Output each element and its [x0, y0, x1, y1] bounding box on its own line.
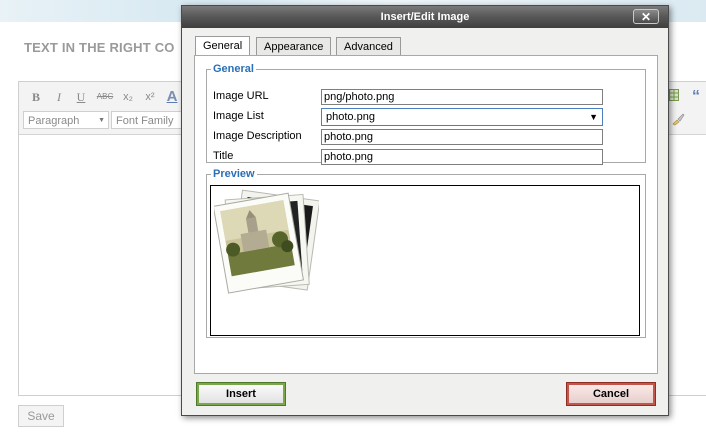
title-input[interactable]: [321, 149, 603, 165]
italic-button[interactable]: I: [50, 88, 68, 106]
font-color-button[interactable]: A: [163, 88, 181, 106]
image-url-input[interactable]: [321, 89, 603, 105]
save-button[interactable]: Save: [18, 405, 64, 427]
strikethrough-button[interactable]: ABC: [94, 88, 116, 106]
insert-image-dialog: Insert/Edit Image ✕ General Appearance A…: [181, 5, 669, 416]
tab-advanced[interactable]: Advanced: [336, 37, 401, 55]
tab-appearance[interactable]: Appearance: [256, 37, 332, 55]
title-label: Title: [213, 150, 234, 162]
table-icon[interactable]: [667, 88, 681, 106]
page-title: TEXT IN THE RIGHT CO: [24, 40, 175, 55]
subscript-button[interactable]: x₂: [119, 88, 137, 106]
preview-fieldset: Preview: [206, 168, 646, 338]
dialog-title: Insert/Edit Image: [380, 11, 470, 23]
dialog-titlebar[interactable]: Insert/Edit Image: [182, 6, 668, 28]
tab-general[interactable]: General: [195, 36, 251, 56]
cancel-button[interactable]: Cancel: [566, 382, 656, 406]
tab-panel-general: General Image URL Image List photo.png ▼…: [194, 55, 658, 374]
underline-button[interactable]: U: [72, 88, 90, 106]
font-family-select[interactable]: Font Family: [111, 111, 181, 129]
image-list-label: Image List: [213, 110, 264, 122]
format-select[interactable]: Paragraph ▼: [23, 111, 109, 129]
font-family-select-value: Font Family: [116, 115, 174, 127]
preview-box: [210, 185, 640, 336]
image-list-select[interactable]: photo.png ▼: [321, 108, 603, 126]
close-icon[interactable]: ✕: [633, 9, 659, 24]
image-description-label: Image Description: [213, 130, 302, 142]
superscript-button[interactable]: x²: [141, 88, 159, 106]
image-description-input[interactable]: [321, 129, 603, 145]
bold-button[interactable]: B: [27, 88, 45, 106]
quote-icon[interactable]: “: [687, 88, 705, 106]
insert-button[interactable]: Insert: [196, 382, 286, 406]
general-fieldset: General Image URL Image List photo.png ▼…: [206, 63, 646, 165]
cleanup-brush-icon[interactable]: [669, 112, 687, 130]
dropdown-arrow-icon: ▼: [589, 112, 598, 122]
preview-legend: Preview: [213, 168, 255, 180]
image-url-label: Image URL: [213, 90, 269, 102]
general-legend: General: [213, 63, 254, 75]
format-select-value: Paragraph: [28, 115, 80, 127]
image-list-value: photo.png: [326, 111, 375, 123]
photo-preview-image: [214, 189, 319, 294]
dropdown-arrow-icon: ▼: [98, 117, 105, 124]
